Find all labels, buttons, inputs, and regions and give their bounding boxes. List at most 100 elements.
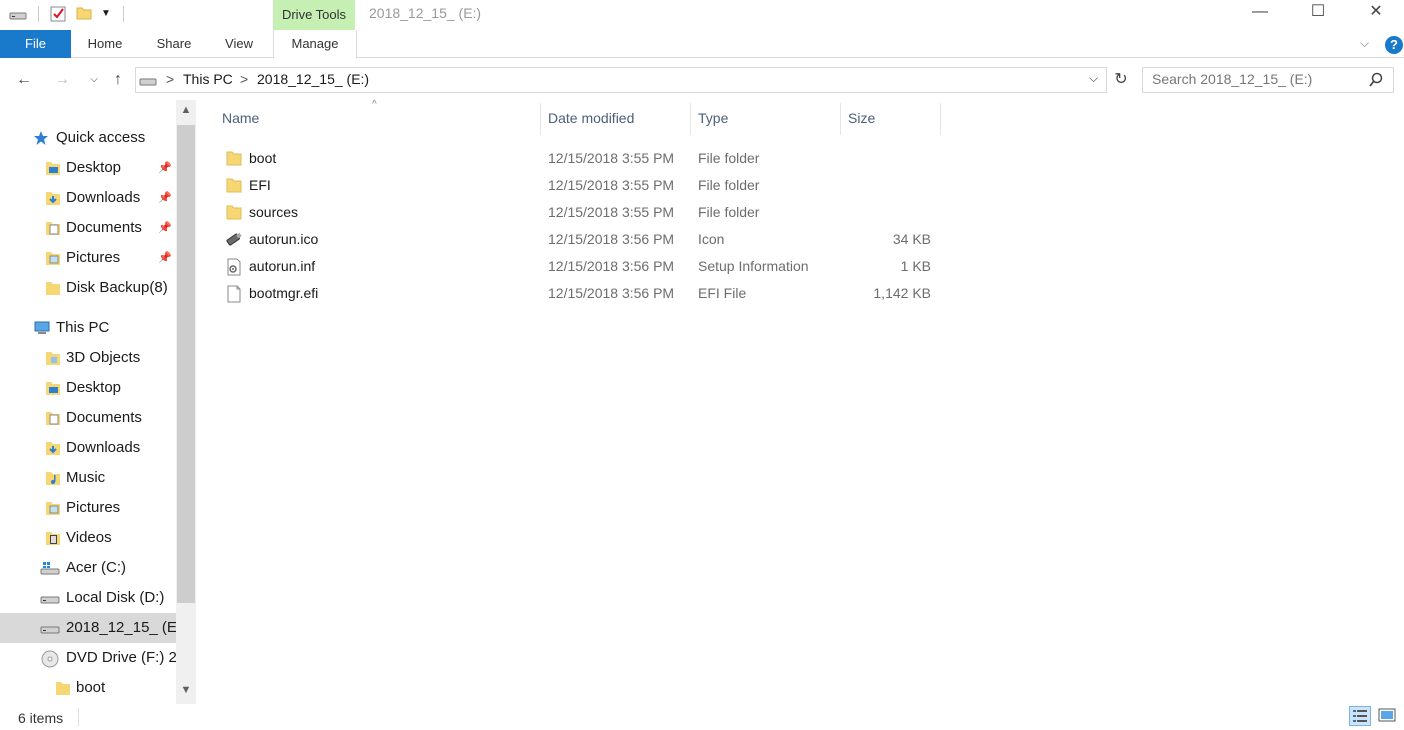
file-date: 12/15/2018 3:55 PM [548,150,675,166]
breadcrumb-current-drive[interactable]: 2018_12_15_ (E:) [257,71,369,87]
nav-acer-c[interactable]: Acer (C:) [0,553,176,583]
nav-dvd-drive-f[interactable]: DVD Drive (F:) 20 [0,643,185,673]
ribbon-divider [0,57,1404,58]
nav-desktop[interactable]: Desktop [0,373,176,403]
pictures-folder-icon [45,250,60,266]
address-history-chevron-icon[interactable]: ⌵ [1089,71,1098,86]
nav-documents[interactable]: Documents [0,403,176,433]
tab-home[interactable]: Home [76,30,134,58]
back-button[interactable]: ← [13,68,35,92]
nav-downloads-pinned[interactable]: Downloads 📌 [0,183,176,213]
tab-share[interactable]: Share [146,30,202,58]
minimize-button[interactable]: — [1231,0,1289,26]
file-date: 12/15/2018 3:56 PM [548,285,675,301]
file-row[interactable]: autorun.ico 12/15/2018 3:56 PM Icon 34 K… [222,226,942,253]
column-divider[interactable] [540,103,541,135]
file-type: Icon [698,231,725,247]
help-icon[interactable]: ? [1385,36,1403,54]
title-bar [0,0,1404,30]
nav-item-label: Videos [66,529,112,546]
nav-documents-pinned[interactable]: Documents 📌 [0,213,176,243]
properties-check-icon[interactable] [48,5,68,23]
sort-ascending-icon: ^ [372,99,377,110]
up-button[interactable]: ↑ [107,68,129,92]
scroll-up-icon[interactable]: ▲ [176,104,196,116]
nav-item-label: 2018_12_15_ (E:) [66,619,187,636]
tab-file[interactable]: File [0,30,71,58]
folder-icon [226,177,242,193]
nav-pictures-pinned[interactable]: Pictures 📌 [0,243,176,273]
column-divider[interactable] [690,103,691,135]
nav-item-label: Desktop [66,379,122,396]
pin-icon[interactable]: 📌 [158,161,172,174]
toolbar-divider [123,6,124,22]
nav-item-label: DVD Drive (F:) 20 [66,649,186,666]
tab-view[interactable]: View [214,30,264,58]
file-row[interactable]: boot 12/15/2018 3:55 PM File folder [222,145,942,172]
nav-quick-access[interactable]: Quick access [0,123,176,153]
nav-pictures[interactable]: Pictures [0,493,176,523]
file-row[interactable]: EFI 12/15/2018 3:55 PM File folder [222,172,942,199]
drive-icon [139,74,157,86]
nav-downloads[interactable]: Downloads [0,433,176,463]
maximize-button[interactable]: ☐ [1289,0,1347,26]
nav-usb-e-selected[interactable]: 2018_12_15_ (E:) [0,613,186,643]
tab-manage[interactable]: Manage [273,30,357,58]
column-header-size[interactable]: Size [848,110,875,130]
music-folder-icon [45,470,60,486]
customize-toolbar-chevron-icon[interactable]: ▼ [96,5,116,23]
breadcrumb-separator[interactable]: > [166,71,174,87]
breadcrumb-separator[interactable]: > [240,71,248,87]
refresh-icon: ↻ [1114,71,1128,88]
status-divider [78,708,79,726]
pictures-folder-icon [45,500,60,516]
large-icons-view-button[interactable] [1377,706,1399,726]
nav-local-disk-d[interactable]: Local Disk (D:) [0,583,176,613]
details-view-button[interactable] [1349,706,1371,726]
pin-icon[interactable]: 📌 [158,221,172,234]
nav-videos[interactable]: Videos [0,523,176,553]
nav-this-pc[interactable]: This PC [0,313,176,343]
nav-item-label: Pictures [66,499,121,516]
close-button[interactable]: ✕ [1347,0,1404,26]
refresh-button[interactable]: ↻ [1110,67,1132,93]
recent-locations-button[interactable]: ⌵ [83,68,105,92]
breadcrumb-this-pc[interactable]: This PC [183,71,233,87]
nav-disk-backup[interactable]: Disk Backup(8) [0,273,176,303]
file-row[interactable]: sources 12/15/2018 3:55 PM File folder [222,199,942,226]
nav-item-label: boot [76,679,106,696]
search-icon[interactable] [1369,72,1383,88]
nav-desktop-pinned[interactable]: Desktop 📌 [0,153,176,183]
file-date: 12/15/2018 3:56 PM [548,258,675,274]
search-placeholder: Search 2018_12_15_ (E:) [1152,71,1313,87]
file-size: 1,142 KB [873,285,931,301]
scroll-down-icon[interactable]: ▼ [176,684,196,696]
file-row[interactable]: autorun.inf 12/15/2018 3:56 PM Setup Inf… [222,253,942,280]
new-folder-icon[interactable] [74,5,94,23]
nav-boot-folder[interactable]: boot [0,673,176,703]
drive-icon[interactable] [8,5,28,23]
status-bar [0,704,1404,728]
column-divider[interactable] [940,103,941,135]
nav-item-label: 3D Objects [66,349,141,366]
desktop-folder-icon [45,160,60,176]
item-count: 6 items [18,710,64,726]
pin-icon[interactable]: 📌 [158,251,172,264]
ico-file-icon [224,231,244,247]
pin-icon[interactable]: 📌 [158,191,172,204]
generic-file-icon [226,285,242,303]
computer-icon [33,320,50,336]
file-name: sources [249,204,299,220]
column-header-type[interactable]: Type [698,110,728,130]
documents-folder-icon [45,220,60,236]
nav-item-label: Quick access [56,129,146,146]
forward-button[interactable]: → [51,68,73,92]
expand-ribbon-chevron-icon[interactable]: ⌵ [1360,36,1369,51]
file-row[interactable]: bootmgr.efi 12/15/2018 3:56 PM EFI File … [222,280,942,307]
column-header-date[interactable]: Date modified [548,110,634,130]
column-header-name[interactable]: Name [222,110,259,130]
column-divider[interactable] [840,103,841,135]
nav-music[interactable]: Music [0,463,176,493]
nav-3d-objects[interactable]: 3D Objects [0,343,176,373]
scrollbar-thumb[interactable] [177,125,195,603]
